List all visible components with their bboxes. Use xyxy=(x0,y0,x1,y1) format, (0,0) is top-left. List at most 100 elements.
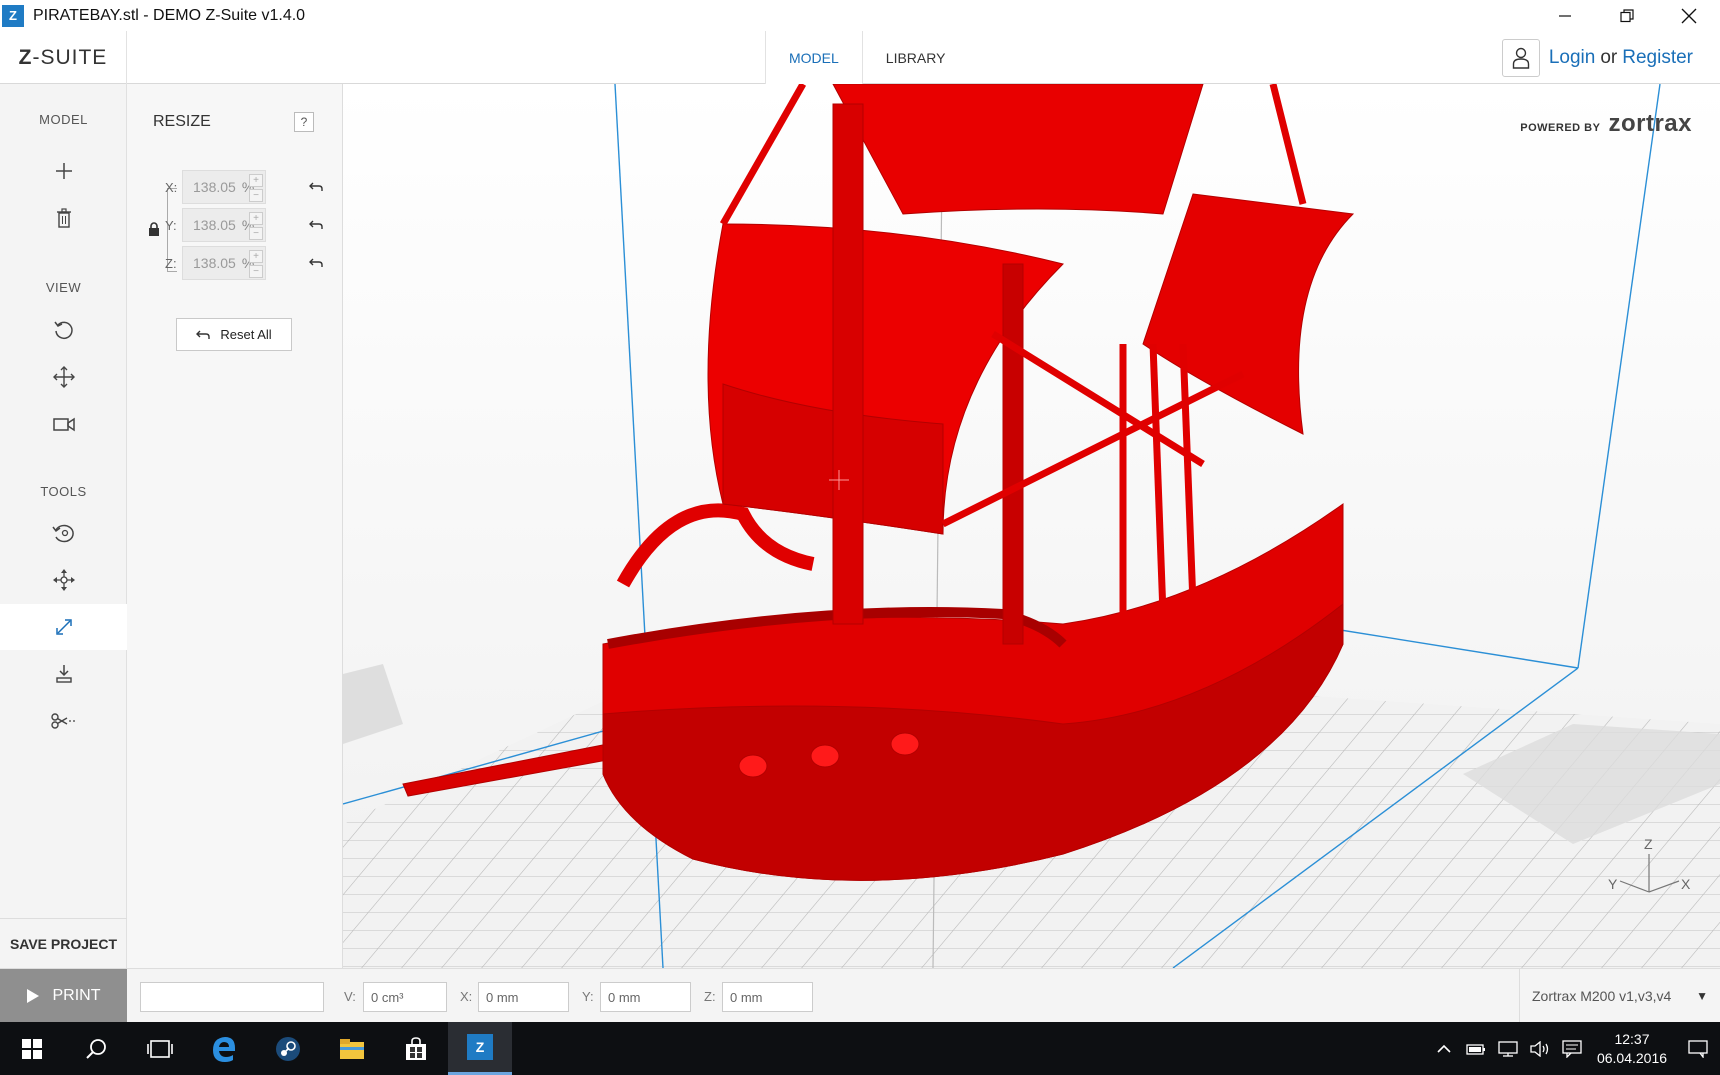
register-link[interactable]: Register xyxy=(1622,47,1693,69)
restore-button[interactable] xyxy=(1596,0,1658,31)
resize-tool-icon xyxy=(56,619,72,635)
restore-icon xyxy=(1620,8,1634,22)
action-center-button[interactable] xyxy=(1676,1022,1720,1075)
volume-label: V: xyxy=(344,989,356,1004)
scale-y-input[interactable]: 138.05% + − xyxy=(182,208,266,242)
progress-field xyxy=(140,982,324,1012)
minimize-icon xyxy=(1559,14,1571,17)
save-project-button[interactable]: SAVE PROJECT xyxy=(0,918,127,968)
y-dimension-field: 0 mm xyxy=(600,982,691,1012)
axis-y-label: Y: xyxy=(165,217,177,233)
reset-z-button[interactable] xyxy=(306,246,326,280)
powered-by-badge: POWERED BY zortrax xyxy=(1520,110,1692,138)
scale-x-decrement[interactable]: − xyxy=(249,189,263,202)
rotate-view-icon xyxy=(53,321,73,340)
delete-model-button[interactable] xyxy=(0,195,127,241)
user-area: Login or Register xyxy=(1501,39,1693,77)
place-on-bed-icon xyxy=(55,665,72,683)
tab-library[interactable]: LIBRARY xyxy=(863,31,969,84)
battery-button[interactable] xyxy=(1460,1022,1492,1075)
place-on-bed-button[interactable] xyxy=(0,651,127,697)
windows-start-icon xyxy=(22,1038,42,1059)
gizmo-z-label: Z xyxy=(1644,836,1653,852)
start-button[interactable] xyxy=(0,1022,64,1075)
notification-icon xyxy=(1688,1039,1708,1058)
reset-y-button[interactable] xyxy=(306,208,326,242)
z-dimension-label: Z: xyxy=(704,989,716,1004)
system-tray: 12:37 06.04.2016 xyxy=(1428,1022,1720,1075)
edge-icon xyxy=(213,1036,235,1062)
clock[interactable]: 12:37 06.04.2016 xyxy=(1588,1030,1676,1068)
move-tool-button[interactable] xyxy=(0,557,127,603)
z-suite-logo: Z -SUITE xyxy=(0,31,127,84)
network-icon xyxy=(1498,1040,1518,1057)
message-button[interactable] xyxy=(1556,1022,1588,1075)
y-dimension-label: Y: xyxy=(582,989,594,1004)
print-button[interactable]: PRINT xyxy=(0,969,127,1023)
clock-time: 12:37 xyxy=(1614,1030,1650,1047)
network-button[interactable] xyxy=(1492,1022,1524,1075)
reset-x-button[interactable] xyxy=(306,170,326,204)
scale-z-input[interactable]: 138.05% + − xyxy=(182,246,266,280)
z-suite-taskbar-button[interactable]: Z xyxy=(448,1022,512,1075)
title-bar: Z PIRATEBAY.stl - DEMO Z-Suite v1.4.0 xyxy=(0,0,1720,31)
close-icon xyxy=(1681,8,1697,23)
status-bar: PRINT V: 0 cm³ X: 0 mm Y: 0 mm Z: 0 mm Z… xyxy=(0,968,1720,1023)
volume-button[interactable] xyxy=(1524,1022,1556,1075)
rotate-tool-icon xyxy=(51,524,74,543)
steam-taskbar-button[interactable] xyxy=(256,1022,320,1075)
search-icon xyxy=(86,1038,106,1059)
powered-by-text: POWERED BY xyxy=(1520,122,1601,134)
search-button[interactable] xyxy=(64,1022,128,1075)
add-model-button[interactable] xyxy=(0,148,127,194)
printer-select[interactable]: Zortrax M200 v1,v3,v4 ▼ xyxy=(1519,969,1720,1023)
lock-icon xyxy=(149,222,159,236)
file-explorer-taskbar-button[interactable] xyxy=(320,1022,384,1075)
speaker-icon xyxy=(1530,1040,1549,1057)
axis-row-y: Y: 138.05% + − xyxy=(165,208,266,242)
build-plate-scene[interactable]: Z Y X xyxy=(343,84,1720,968)
battery-icon xyxy=(1466,1043,1485,1055)
gizmo-x-label: X xyxy=(1681,876,1691,892)
gizmo-y-label: Y xyxy=(1608,876,1618,892)
proportion-lock-toggle[interactable] xyxy=(148,222,160,241)
resize-tool-button[interactable] xyxy=(0,604,128,650)
scale-z-increment[interactable]: + xyxy=(249,250,263,263)
help-button[interactable]: ? xyxy=(294,112,314,132)
left-toolbar: MODEL VIEW TOOLS SAVE PROJECT xyxy=(0,84,128,968)
cut-icon xyxy=(50,713,76,729)
scale-z-decrement[interactable]: − xyxy=(249,265,263,278)
scale-y-increment[interactable]: + xyxy=(249,212,263,225)
login-link[interactable]: Login xyxy=(1549,47,1596,69)
undo-arrow-icon xyxy=(309,182,323,191)
axis-x-label: X: xyxy=(165,179,178,195)
camera-view-button[interactable] xyxy=(0,401,127,447)
3d-viewport[interactable]: Z Y X POWERED BY zortrax xyxy=(343,84,1720,968)
edge-taskbar-button[interactable] xyxy=(192,1022,256,1075)
scale-y-decrement[interactable]: − xyxy=(249,227,263,240)
task-view-button[interactable] xyxy=(128,1022,192,1075)
show-hidden-icons-button[interactable] xyxy=(1428,1022,1460,1075)
scale-x-increment[interactable]: + xyxy=(249,174,263,187)
scale-x-input[interactable]: 138.05% + − xyxy=(182,170,266,204)
undo-arrow-icon xyxy=(309,258,323,267)
close-button[interactable] xyxy=(1658,0,1720,31)
store-icon xyxy=(406,1036,426,1060)
store-taskbar-button[interactable] xyxy=(384,1022,448,1075)
axis-z-label: Z: xyxy=(165,255,177,271)
clock-date: 06.04.2016 xyxy=(1596,1049,1668,1066)
trash-icon xyxy=(56,208,71,228)
pan-view-button[interactable] xyxy=(0,354,127,400)
file-explorer-icon xyxy=(340,1038,364,1059)
rotate-view-button[interactable] xyxy=(0,307,127,353)
chevron-up-icon xyxy=(1437,1044,1451,1053)
rotate-tool-button[interactable] xyxy=(0,510,127,556)
pan-icon xyxy=(52,366,75,388)
resize-panel: RESIZE ? X: 138.05% + − Y: 138.05% + − Z: … xyxy=(127,84,343,968)
cut-tool-button[interactable] xyxy=(0,698,127,744)
minimize-button[interactable] xyxy=(1534,0,1596,31)
message-icon xyxy=(1562,1039,1582,1058)
user-account-button[interactable] xyxy=(1501,39,1540,77)
reset-all-button[interactable]: Reset All xyxy=(176,318,292,351)
tab-model[interactable]: MODEL xyxy=(765,31,863,84)
